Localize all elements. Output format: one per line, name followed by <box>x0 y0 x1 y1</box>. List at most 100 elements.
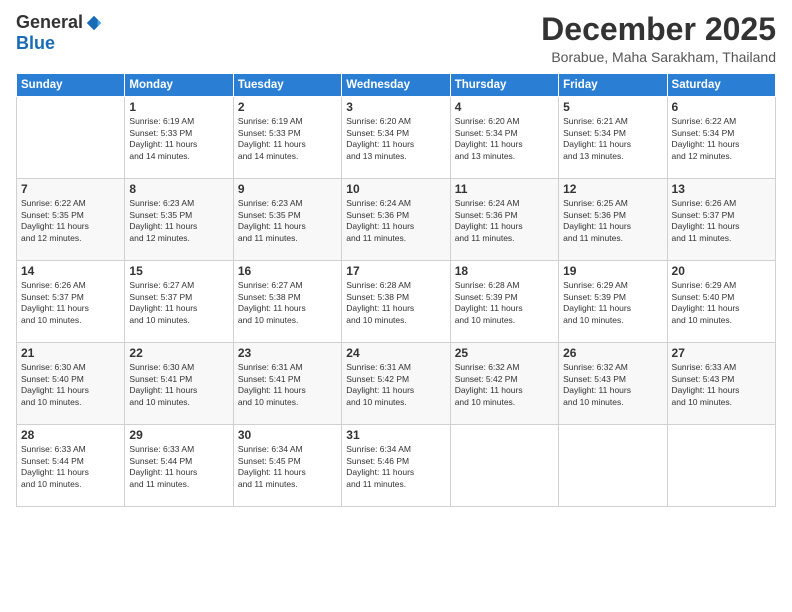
calendar-week-3: 14Sunrise: 6:26 AM Sunset: 5:37 PM Dayli… <box>17 261 776 343</box>
day-number: 2 <box>238 100 337 114</box>
logo: General Blue <box>16 12 103 54</box>
cell-sun-info: Sunrise: 6:33 AM Sunset: 5:43 PM Dayligh… <box>672 362 771 408</box>
day-number: 14 <box>21 264 120 278</box>
calendar-week-2: 7 Sunrise: 6:22 AM Sunset: 5:35 PM Daylig… <box>17 179 776 261</box>
calendar-cell: 4Sunrise: 6:20 AM Sunset: 5:34 PM Daylig… <box>450 97 558 179</box>
calendar-cell <box>667 425 775 507</box>
day-number: 21 <box>21 346 120 360</box>
day-number: 25 <box>455 346 554 360</box>
cell-sun-info: Sunrise: 6:20 AM Sunset: 5:34 PM Dayligh… <box>346 116 445 162</box>
calendar-week-1: 1Sunrise: 6:19 AM Sunset: 5:33 PM Daylig… <box>17 97 776 179</box>
cell-sun-info: Sunrise: 6:23 AM Sunset: 5:35 PM Dayligh… <box>129 198 228 244</box>
calendar-cell: 27 Sunrise: 6:33 AM Sunset: 5:43 PM Dayli… <box>667 343 775 425</box>
calendar-cell: 12Sunrise: 6:25 AM Sunset: 5:36 PM Dayli… <box>559 179 667 261</box>
calendar-cell: 29 Sunrise: 6:33 AM Sunset: 5:44 PM Dayli… <box>125 425 233 507</box>
calendar-table: Sunday Monday Tuesday Wednesday Thursday… <box>16 73 776 507</box>
calendar-cell: 7 Sunrise: 6:22 AM Sunset: 5:35 PM Daylig… <box>17 179 125 261</box>
cell-sun-info: Sunrise: 6:34 AM Sunset: 5:45 PM Dayligh… <box>238 444 337 490</box>
day-number: 11 <box>455 182 554 196</box>
calendar-week-4: 21 Sunrise: 6:30 AM Sunset: 5:40 PM Dayli… <box>17 343 776 425</box>
day-number: 15 <box>129 264 228 278</box>
cell-sun-info: Sunrise: 6:23 AM Sunset: 5:35 PM Dayligh… <box>238 198 337 244</box>
header-saturday: Saturday <box>667 74 775 97</box>
cell-sun-info: Sunrise: 6:19 AM Sunset: 5:33 PM Dayligh… <box>238 116 337 162</box>
day-number: 18 <box>455 264 554 278</box>
calendar-cell: 15 Sunrise: 6:27 AM Sunset: 5:37 PM Dayli… <box>125 261 233 343</box>
title-section: December 2025 Borabue, Maha Sarakham, Th… <box>541 12 776 65</box>
calendar-cell: 5 Sunrise: 6:21 AM Sunset: 5:34 PM Daylig… <box>559 97 667 179</box>
calendar-cell: 17 Sunrise: 6:28 AM Sunset: 5:38 PM Dayli… <box>342 261 450 343</box>
cell-sun-info: Sunrise: 6:32 AM Sunset: 5:43 PM Dayligh… <box>563 362 662 408</box>
calendar-cell: 24Sunrise: 6:31 AM Sunset: 5:42 PM Dayli… <box>342 343 450 425</box>
cell-sun-info: Sunrise: 6:28 AM Sunset: 5:39 PM Dayligh… <box>455 280 554 326</box>
day-number: 9 <box>238 182 337 196</box>
day-number: 17 <box>346 264 445 278</box>
cell-sun-info: Sunrise: 6:29 AM Sunset: 5:39 PM Dayligh… <box>563 280 662 326</box>
calendar-week-5: 28Sunrise: 6:33 AM Sunset: 5:44 PM Dayli… <box>17 425 776 507</box>
main-container: General Blue December 2025 Borabue, Maha… <box>0 0 792 612</box>
calendar-cell: 6 Sunrise: 6:22 AM Sunset: 5:34 PM Daylig… <box>667 97 775 179</box>
calendar-cell: 13 Sunrise: 6:26 AM Sunset: 5:37 PM Dayli… <box>667 179 775 261</box>
cell-sun-info: Sunrise: 6:28 AM Sunset: 5:38 PM Dayligh… <box>346 280 445 326</box>
cell-sun-info: Sunrise: 6:21 AM Sunset: 5:34 PM Dayligh… <box>563 116 662 162</box>
cell-sun-info: Sunrise: 6:24 AM Sunset: 5:36 PM Dayligh… <box>346 198 445 244</box>
calendar-cell: 1Sunrise: 6:19 AM Sunset: 5:33 PM Daylig… <box>125 97 233 179</box>
calendar-cell <box>450 425 558 507</box>
calendar-cell: 23 Sunrise: 6:31 AM Sunset: 5:41 PM Dayli… <box>233 343 341 425</box>
cell-sun-info: Sunrise: 6:30 AM Sunset: 5:40 PM Dayligh… <box>21 362 120 408</box>
cell-sun-info: Sunrise: 6:33 AM Sunset: 5:44 PM Dayligh… <box>21 444 120 490</box>
day-number: 8 <box>129 182 228 196</box>
day-number: 5 <box>563 100 662 114</box>
day-number: 29 <box>129 428 228 442</box>
cell-sun-info: Sunrise: 6:32 AM Sunset: 5:42 PM Dayligh… <box>455 362 554 408</box>
calendar-cell: 22 Sunrise: 6:30 AM Sunset: 5:41 PM Dayli… <box>125 343 233 425</box>
calendar-cell: 26 Sunrise: 6:32 AM Sunset: 5:43 PM Dayli… <box>559 343 667 425</box>
cell-sun-info: Sunrise: 6:31 AM Sunset: 5:41 PM Dayligh… <box>238 362 337 408</box>
day-number: 23 <box>238 346 337 360</box>
cell-sun-info: Sunrise: 6:30 AM Sunset: 5:41 PM Dayligh… <box>129 362 228 408</box>
calendar-cell: 31 Sunrise: 6:34 AM Sunset: 5:46 PM Dayli… <box>342 425 450 507</box>
calendar-cell: 3 Sunrise: 6:20 AM Sunset: 5:34 PM Daylig… <box>342 97 450 179</box>
header-tuesday: Tuesday <box>233 74 341 97</box>
calendar-cell: 25 Sunrise: 6:32 AM Sunset: 5:42 PM Dayli… <box>450 343 558 425</box>
cell-sun-info: Sunrise: 6:26 AM Sunset: 5:37 PM Dayligh… <box>672 198 771 244</box>
calendar-cell: 28Sunrise: 6:33 AM Sunset: 5:44 PM Dayli… <box>17 425 125 507</box>
cell-sun-info: Sunrise: 6:22 AM Sunset: 5:35 PM Dayligh… <box>21 198 120 244</box>
month-title: December 2025 <box>541 12 776 47</box>
calendar-cell: 30Sunrise: 6:34 AM Sunset: 5:45 PM Dayli… <box>233 425 341 507</box>
day-number: 31 <box>346 428 445 442</box>
cell-sun-info: Sunrise: 6:19 AM Sunset: 5:33 PM Dayligh… <box>129 116 228 162</box>
day-number: 6 <box>672 100 771 114</box>
header-thursday: Thursday <box>450 74 558 97</box>
location-subtitle: Borabue, Maha Sarakham, Thailand <box>541 49 776 65</box>
cell-sun-info: Sunrise: 6:27 AM Sunset: 5:37 PM Dayligh… <box>129 280 228 326</box>
cell-sun-info: Sunrise: 6:34 AM Sunset: 5:46 PM Dayligh… <box>346 444 445 490</box>
calendar-cell: 14Sunrise: 6:26 AM Sunset: 5:37 PM Dayli… <box>17 261 125 343</box>
day-number: 3 <box>346 100 445 114</box>
day-number: 13 <box>672 182 771 196</box>
calendar-cell: 20Sunrise: 6:29 AM Sunset: 5:40 PM Dayli… <box>667 261 775 343</box>
day-number: 16 <box>238 264 337 278</box>
cell-sun-info: Sunrise: 6:22 AM Sunset: 5:34 PM Dayligh… <box>672 116 771 162</box>
calendar-body: 1Sunrise: 6:19 AM Sunset: 5:33 PM Daylig… <box>17 97 776 507</box>
header-friday: Friday <box>559 74 667 97</box>
header-wednesday: Wednesday <box>342 74 450 97</box>
calendar-cell: 16 Sunrise: 6:27 AM Sunset: 5:38 PM Dayli… <box>233 261 341 343</box>
cell-sun-info: Sunrise: 6:27 AM Sunset: 5:38 PM Dayligh… <box>238 280 337 326</box>
day-number: 24 <box>346 346 445 360</box>
day-number: 4 <box>455 100 554 114</box>
day-number: 27 <box>672 346 771 360</box>
calendar-cell: 18 Sunrise: 6:28 AM Sunset: 5:39 PM Dayli… <box>450 261 558 343</box>
logo-general-text: General <box>16 12 83 33</box>
calendar-cell: 21 Sunrise: 6:30 AM Sunset: 5:40 PM Dayli… <box>17 343 125 425</box>
day-number: 19 <box>563 264 662 278</box>
cell-sun-info: Sunrise: 6:33 AM Sunset: 5:44 PM Dayligh… <box>129 444 228 490</box>
day-number: 22 <box>129 346 228 360</box>
day-number: 26 <box>563 346 662 360</box>
header-sunday: Sunday <box>17 74 125 97</box>
day-number: 7 <box>21 182 120 196</box>
cell-sun-info: Sunrise: 6:25 AM Sunset: 5:36 PM Dayligh… <box>563 198 662 244</box>
calendar-cell: 8 Sunrise: 6:23 AM Sunset: 5:35 PM Daylig… <box>125 179 233 261</box>
logo-blue-text: Blue <box>16 33 55 54</box>
cell-sun-info: Sunrise: 6:29 AM Sunset: 5:40 PM Dayligh… <box>672 280 771 326</box>
